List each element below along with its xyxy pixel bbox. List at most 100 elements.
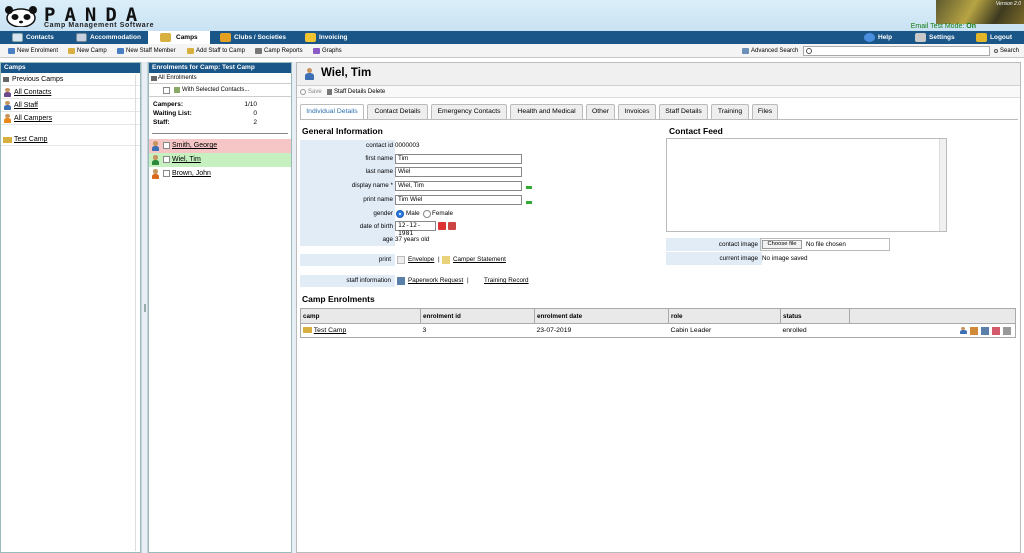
camps-icon bbox=[160, 33, 171, 42]
camps-item-all-contacts-link[interactable]: All Contacts bbox=[14, 89, 51, 96]
with-selected-contacts-menu[interactable]: With Selected Contacts... bbox=[149, 84, 291, 97]
tab-health-medical[interactable]: Health and Medical bbox=[510, 104, 583, 119]
copy-arrow-icon[interactable] bbox=[526, 201, 532, 204]
clear-date-icon[interactable] bbox=[448, 222, 456, 230]
camper-statement-link[interactable]: Camper Statement bbox=[453, 254, 506, 266]
person-checkbox[interactable] bbox=[163, 170, 170, 177]
training-record-link[interactable]: Training Record bbox=[484, 275, 529, 287]
nav-accommodation[interactable]: Accommodation bbox=[74, 31, 148, 44]
person-link[interactable]: Smith, George bbox=[172, 142, 217, 149]
camp-reports-button[interactable]: Camp Reports bbox=[255, 46, 303, 56]
nav-contacts[interactable]: Contacts bbox=[10, 31, 70, 44]
tab-emergency-contacts[interactable]: Emergency Contacts bbox=[431, 104, 507, 119]
list-item[interactable]: Smith, George bbox=[149, 139, 291, 153]
statement-icon bbox=[442, 256, 450, 264]
camps-panel-title: Camps bbox=[1, 63, 140, 73]
copy-arrow-icon[interactable] bbox=[526, 186, 532, 189]
print-form-icon[interactable] bbox=[981, 326, 990, 335]
tab-individual-details[interactable]: Individual Details bbox=[300, 104, 364, 120]
col-status[interactable]: status bbox=[780, 308, 850, 324]
camps-item-previous[interactable]: Previous Camps bbox=[1, 73, 140, 86]
last-name-label: last name bbox=[365, 168, 393, 175]
tab-invoices[interactable]: Invoices bbox=[618, 104, 656, 119]
print-name-field[interactable]: Tim Wiel bbox=[395, 195, 522, 205]
contact-feed-textarea[interactable] bbox=[666, 138, 947, 232]
camps-item-all-contacts[interactable]: All Contacts bbox=[1, 86, 140, 99]
staff-info-label: staff information bbox=[300, 275, 395, 287]
tab-files[interactable]: Files bbox=[752, 104, 778, 119]
last-name-field[interactable]: Wiel bbox=[395, 167, 522, 177]
person-checkbox[interactable] bbox=[163, 142, 170, 149]
email-icon[interactable] bbox=[992, 326, 1001, 335]
display-name-field[interactable]: Wiel, Tim bbox=[395, 181, 522, 191]
search-button-label: Search bbox=[1000, 48, 1020, 54]
gender-male-radio[interactable] bbox=[396, 210, 404, 218]
camps-item-test-camp[interactable]: Test Camp bbox=[1, 133, 140, 146]
panel-splitter-left[interactable] bbox=[141, 62, 148, 553]
enrolments-panel: Enrolments for Camp: Test Camp All Enrol… bbox=[148, 62, 292, 553]
new-staff-member-button[interactable]: New Staff Member bbox=[117, 46, 176, 56]
folder-icon bbox=[3, 77, 9, 82]
tab-training[interactable]: Training bbox=[711, 104, 749, 119]
camp-link[interactable]: Test Camp bbox=[314, 327, 346, 334]
nav-clubs[interactable]: Clubs / Societies bbox=[218, 31, 298, 44]
col-enrolment-id[interactable]: enrolment id bbox=[420, 308, 535, 324]
envelope-link[interactable]: Envelope bbox=[408, 254, 434, 266]
cell-camp[interactable]: Test Camp bbox=[300, 323, 421, 338]
search-input[interactable] bbox=[803, 46, 990, 56]
camps-item-all-campers-link[interactable]: All Campers bbox=[14, 115, 52, 122]
choose-file-button[interactable]: Choose file bbox=[762, 240, 802, 249]
nav-help[interactable]: Help bbox=[862, 31, 902, 44]
first-name-field[interactable]: Tim bbox=[395, 154, 522, 164]
contact-id-value: 0000003 bbox=[395, 142, 420, 149]
tab-staff-details[interactable]: Staff Details bbox=[659, 104, 708, 119]
delete-icon[interactable] bbox=[1003, 326, 1011, 335]
view-enrolment-icon[interactable] bbox=[970, 326, 979, 335]
col-camp[interactable]: camp bbox=[300, 308, 421, 324]
paperwork-request-link[interactable]: Paperwork Request bbox=[408, 275, 463, 287]
view-contact-icon[interactable] bbox=[959, 326, 967, 335]
person-link[interactable]: Wiel, Tim bbox=[172, 156, 201, 163]
version-banner: Version 2.0 bbox=[936, 0, 1024, 24]
dob-field[interactable]: 12-12-1981 bbox=[395, 221, 436, 237]
tab-contact-details[interactable]: Contact Details bbox=[367, 104, 428, 119]
contact-actions: Save Staff Details Delete bbox=[297, 86, 1020, 98]
feed-scrollbar[interactable] bbox=[939, 139, 946, 231]
camps-item-all-staff[interactable]: All Staff bbox=[1, 99, 140, 112]
print-name-label: print name bbox=[363, 196, 393, 203]
nav-camps[interactable]: Camps bbox=[148, 31, 210, 44]
col-enrolment-date[interactable]: enrolment date bbox=[534, 308, 669, 324]
camps-item-test-camp-link[interactable]: Test Camp bbox=[14, 136, 47, 143]
all-enrolments-tab[interactable]: All Enrolments bbox=[149, 73, 291, 84]
new-camp-button[interactable]: New Camp bbox=[68, 46, 107, 56]
nav-settings[interactable]: Settings bbox=[913, 31, 963, 44]
new-enrolment-button[interactable]: New Enrolment bbox=[8, 46, 58, 56]
current-image-value: No image saved bbox=[762, 255, 808, 262]
advanced-search-button[interactable]: Advanced Search bbox=[742, 46, 798, 56]
tab-other[interactable]: Other bbox=[586, 104, 615, 119]
search-button[interactable]: Search bbox=[994, 46, 1019, 56]
graphs-button[interactable]: Graphs bbox=[313, 46, 342, 56]
table-row[interactable]: Test Camp 3 23-07-2019 Cabin Leader enro… bbox=[300, 323, 1016, 338]
nav-logout[interactable]: Logout bbox=[974, 31, 1020, 44]
list-item[interactable]: Brown, John bbox=[149, 167, 291, 181]
camps-panel: Camps Previous Camps All Contacts All St… bbox=[0, 62, 141, 553]
col-role[interactable]: role bbox=[668, 308, 781, 324]
list-item[interactable]: Wiel, Tim bbox=[149, 153, 291, 167]
gender-female-radio[interactable] bbox=[423, 210, 431, 218]
select-all-checkbox[interactable] bbox=[163, 87, 170, 94]
camps-item-all-staff-link[interactable]: All Staff bbox=[14, 102, 38, 109]
camps-item-all-campers[interactable]: All Campers bbox=[1, 112, 140, 125]
add-staff-to-camp-label: Add Staff to Camp bbox=[196, 48, 245, 54]
print-label: print bbox=[300, 254, 395, 266]
nav-invoicing[interactable]: Invoicing bbox=[303, 31, 363, 44]
calendar-icon[interactable] bbox=[438, 222, 446, 230]
person-checkbox[interactable] bbox=[163, 156, 170, 163]
new-camp-icon bbox=[68, 48, 75, 54]
save-button[interactable]: Save bbox=[300, 86, 322, 98]
tab-underline bbox=[300, 119, 1018, 120]
staff-person-icon bbox=[151, 155, 160, 165]
person-link[interactable]: Brown, John bbox=[172, 170, 211, 177]
add-staff-to-camp-button[interactable]: Add Staff to Camp bbox=[187, 46, 245, 56]
staff-details-delete-button[interactable]: Staff Details Delete bbox=[327, 86, 385, 98]
